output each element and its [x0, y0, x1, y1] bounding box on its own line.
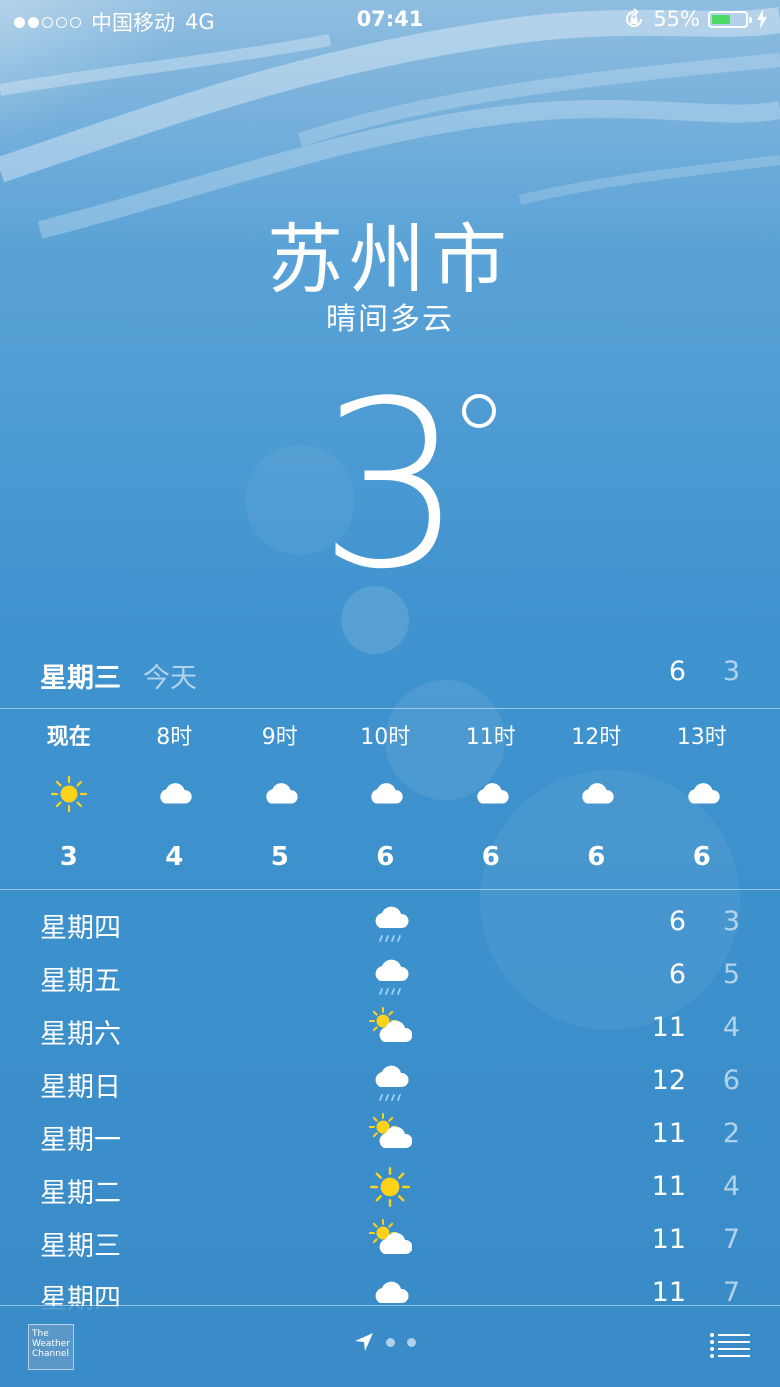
day-name: 星期日 — [40, 1072, 121, 1103]
day-low: 4 — [722, 1171, 740, 1202]
hour-label: 12时 — [571, 725, 622, 750]
day-low: 4 — [722, 1012, 740, 1043]
hourly-item: 10时 6 — [333, 720, 439, 882]
rain-cloud-icon — [366, 900, 414, 944]
day-high: 11 — [651, 1224, 686, 1255]
day-name: 星期三 — [40, 1231, 121, 1262]
bottom-toolbar: The Weather Channel — [0, 1306, 780, 1387]
daily-row: 星期日 12 6 — [0, 1057, 780, 1110]
hour-temperature: 6 — [481, 842, 500, 872]
hour-label: 8时 — [156, 725, 193, 750]
day-high: 11 — [651, 1277, 686, 1308]
cloud-icon — [544, 756, 650, 832]
status-bar: 中国移动 4G 07:41 55% — [0, 0, 780, 40]
cloud-icon — [333, 756, 439, 832]
partly-cloudy-icon — [366, 1112, 414, 1156]
hour-label: 11时 — [465, 725, 516, 750]
city-name: 苏州市 — [267, 215, 513, 304]
battery-percent: 55% — [653, 7, 700, 31]
hourly-item: 9时 5 — [227, 720, 333, 882]
page-indicator[interactable] — [354, 1332, 416, 1352]
rain-cloud-icon — [366, 1059, 414, 1103]
daily-forecast[interactable]: 星期四 6 3 星期五 6 5 星期六 11 4 星期日 12 6 星期一 11 2 星期二 11 4 星期三 11 7… — [0, 898, 780, 1322]
day-low: 3 — [722, 906, 740, 937]
divider — [0, 889, 780, 890]
hourly-item: 13时 6 — [649, 720, 755, 882]
hour-temperature: 6 — [587, 842, 606, 872]
day-name: 星期四 — [40, 913, 121, 944]
sun-icon — [16, 756, 122, 832]
cloud-icon — [438, 756, 544, 832]
cloud-icon — [122, 756, 228, 832]
today-label: 今天 — [143, 663, 197, 694]
day-name: 星期五 — [40, 966, 121, 997]
hourly-forecast[interactable]: 现在 3 8时 4 9时 5 10时 6 11时 6 12时 6 13时 6 — [16, 720, 756, 882]
partly-cloudy-icon — [366, 1006, 414, 1050]
daily-row: 星期五 6 5 — [0, 951, 780, 1004]
divider — [0, 708, 780, 709]
battery-icon — [708, 10, 752, 28]
degree-symbol — [462, 394, 496, 428]
hour-label: 现在 — [46, 725, 91, 750]
weather-channel-logo[interactable]: The Weather Channel — [28, 1324, 74, 1370]
daily-row: 星期二 11 4 — [0, 1163, 780, 1216]
day-low: 6 — [722, 1065, 740, 1096]
today-high: 6 — [668, 656, 686, 687]
day-high: 11 — [651, 1171, 686, 1202]
cloud-icon — [649, 756, 755, 832]
weather-condition: 晴间多云 — [326, 302, 454, 337]
day-high: 6 — [668, 959, 686, 990]
hour-label: 10时 — [360, 725, 411, 750]
day-name: 星期六 — [40, 1019, 121, 1050]
hour-temperature: 6 — [376, 842, 395, 872]
current-temperature: 3 — [318, 353, 465, 620]
cloud-icon — [227, 756, 333, 832]
rain-cloud-icon — [366, 953, 414, 997]
day-low: 5 — [722, 959, 740, 990]
hourly-item: 8时 4 — [122, 720, 228, 882]
daily-row: 星期一 11 2 — [0, 1110, 780, 1163]
hour-label: 9时 — [261, 725, 298, 750]
today-day: 星期三 — [40, 663, 121, 694]
day-low: 7 — [722, 1224, 740, 1255]
hourly-item: 现在 3 — [16, 720, 122, 882]
day-high: 12 — [651, 1065, 686, 1096]
rotation-lock-icon — [626, 8, 643, 27]
day-name: 星期二 — [40, 1178, 121, 1209]
hour-label: 13时 — [676, 725, 727, 750]
partly-cloudy-icon — [366, 1218, 414, 1262]
day-high: 11 — [651, 1118, 686, 1149]
hour-temperature: 4 — [165, 842, 184, 872]
today-low: 3 — [722, 656, 740, 687]
day-high: 11 — [651, 1012, 686, 1043]
hourly-item: 12时 6 — [544, 720, 650, 882]
location-arrow-icon — [355, 1333, 373, 1351]
city-list-icon[interactable] — [710, 1332, 750, 1360]
day-low: 7 — [722, 1277, 740, 1308]
day-name: 星期一 — [40, 1125, 121, 1156]
charging-bolt-icon — [757, 9, 767, 29]
hour-temperature: 6 — [692, 842, 711, 872]
hour-temperature: 5 — [270, 842, 289, 872]
daily-row: 星期三 11 7 — [0, 1216, 780, 1269]
daily-row: 星期六 11 4 — [0, 1004, 780, 1057]
day-low: 2 — [722, 1118, 740, 1149]
hourly-item: 11时 6 — [438, 720, 544, 882]
page-dot — [407, 1337, 416, 1347]
hour-temperature: 3 — [59, 842, 78, 872]
day-high: 6 — [668, 906, 686, 937]
sun-icon — [366, 1165, 414, 1209]
daily-row: 星期四 6 3 — [0, 898, 780, 951]
today-summary: 星期三 今天 6 3 — [0, 656, 780, 696]
page-dot — [386, 1337, 395, 1347]
